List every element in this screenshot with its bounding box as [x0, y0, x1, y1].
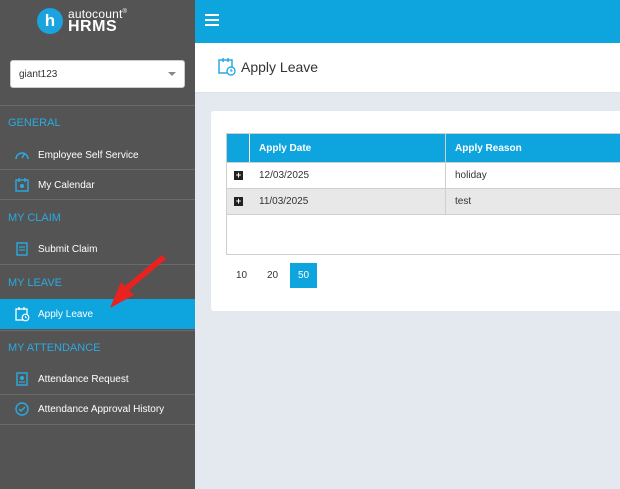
- cell-apply-reason: test: [455, 196, 472, 207]
- calendar-user-icon: [14, 177, 30, 193]
- divider: [0, 330, 195, 331]
- divider: [0, 199, 195, 200]
- app-logo[interactable]: h autocount® HRMS: [37, 6, 127, 36]
- nav-label: Employee Self Service: [38, 149, 139, 161]
- calendar-clock-icon: [217, 57, 236, 76]
- divider: [0, 105, 195, 106]
- table-empty-space: [227, 214, 620, 254]
- expand-plus-icon[interactable]: +: [234, 197, 243, 206]
- cell-apply-reason: holiday: [455, 170, 487, 181]
- logo-brand-big: HRMS: [68, 17, 118, 35]
- sidebar: h autocount® HRMS giant123 GENERAL Emplo…: [0, 0, 195, 489]
- table-header: Apply Date Apply Reason: [227, 134, 620, 162]
- nav-label: Attendance Request: [38, 373, 129, 385]
- chevron-down-icon: [168, 72, 176, 76]
- page-size-20[interactable]: 20: [259, 263, 286, 288]
- section-claim: MY CLAIM: [8, 212, 61, 224]
- section-attendance: MY ATTENDANCE: [8, 342, 101, 354]
- page-title: Apply Leave: [241, 59, 319, 75]
- header-apply-date[interactable]: Apply Date: [250, 134, 446, 162]
- nav-label: Submit Claim: [38, 243, 98, 255]
- table-row[interactable]: + 11/03/2025 test: [227, 188, 620, 214]
- cell-apply-date: 11/03/2025: [250, 189, 446, 214]
- company-select[interactable]: giant123: [10, 60, 185, 88]
- nav-label: Attendance Approval History: [38, 403, 165, 415]
- divider: [0, 424, 195, 425]
- gauge-icon: [14, 147, 30, 163]
- page-header: Apply Leave: [195, 43, 620, 93]
- logo-mark: h: [37, 8, 63, 34]
- page-size-10[interactable]: 10: [228, 263, 255, 288]
- nav-attendance-request[interactable]: Attendance Request: [0, 364, 195, 394]
- nav-employee-self-service[interactable]: Employee Self Service: [0, 140, 195, 170]
- divider: [0, 264, 195, 265]
- nav-attendance-approval-history[interactable]: Attendance Approval History: [0, 394, 195, 424]
- cell-apply-date: 12/03/2025: [250, 163, 446, 188]
- table-row[interactable]: + 12/03/2025 holiday: [227, 162, 620, 188]
- nav-my-calendar[interactable]: My Calendar: [0, 170, 195, 200]
- company-select-value: giant123: [19, 68, 58, 80]
- header-expand: [227, 134, 250, 162]
- nav-apply-leave[interactable]: Apply Leave: [0, 299, 195, 329]
- page-size-pager: 10 20 50: [228, 263, 321, 288]
- history-check-icon: [14, 401, 30, 417]
- section-general: GENERAL: [8, 117, 61, 129]
- leave-table: Apply Date Apply Reason + 12/03/2025 hol…: [226, 133, 620, 255]
- claim-form-icon: [14, 241, 30, 257]
- hamburger-menu-icon[interactable]: [205, 14, 219, 26]
- section-leave: MY LEAVE: [8, 277, 63, 289]
- expand-plus-icon[interactable]: +: [234, 171, 243, 180]
- nav-label: My Calendar: [38, 179, 95, 191]
- header-apply-reason[interactable]: Apply Reason: [446, 134, 620, 162]
- nav-submit-claim[interactable]: Submit Claim: [0, 234, 195, 264]
- attendance-request-icon: [14, 371, 30, 387]
- top-bar: [195, 0, 620, 43]
- page-size-50[interactable]: 50: [290, 263, 317, 288]
- calendar-clock-icon: [14, 306, 30, 322]
- nav-label: Apply Leave: [38, 308, 94, 320]
